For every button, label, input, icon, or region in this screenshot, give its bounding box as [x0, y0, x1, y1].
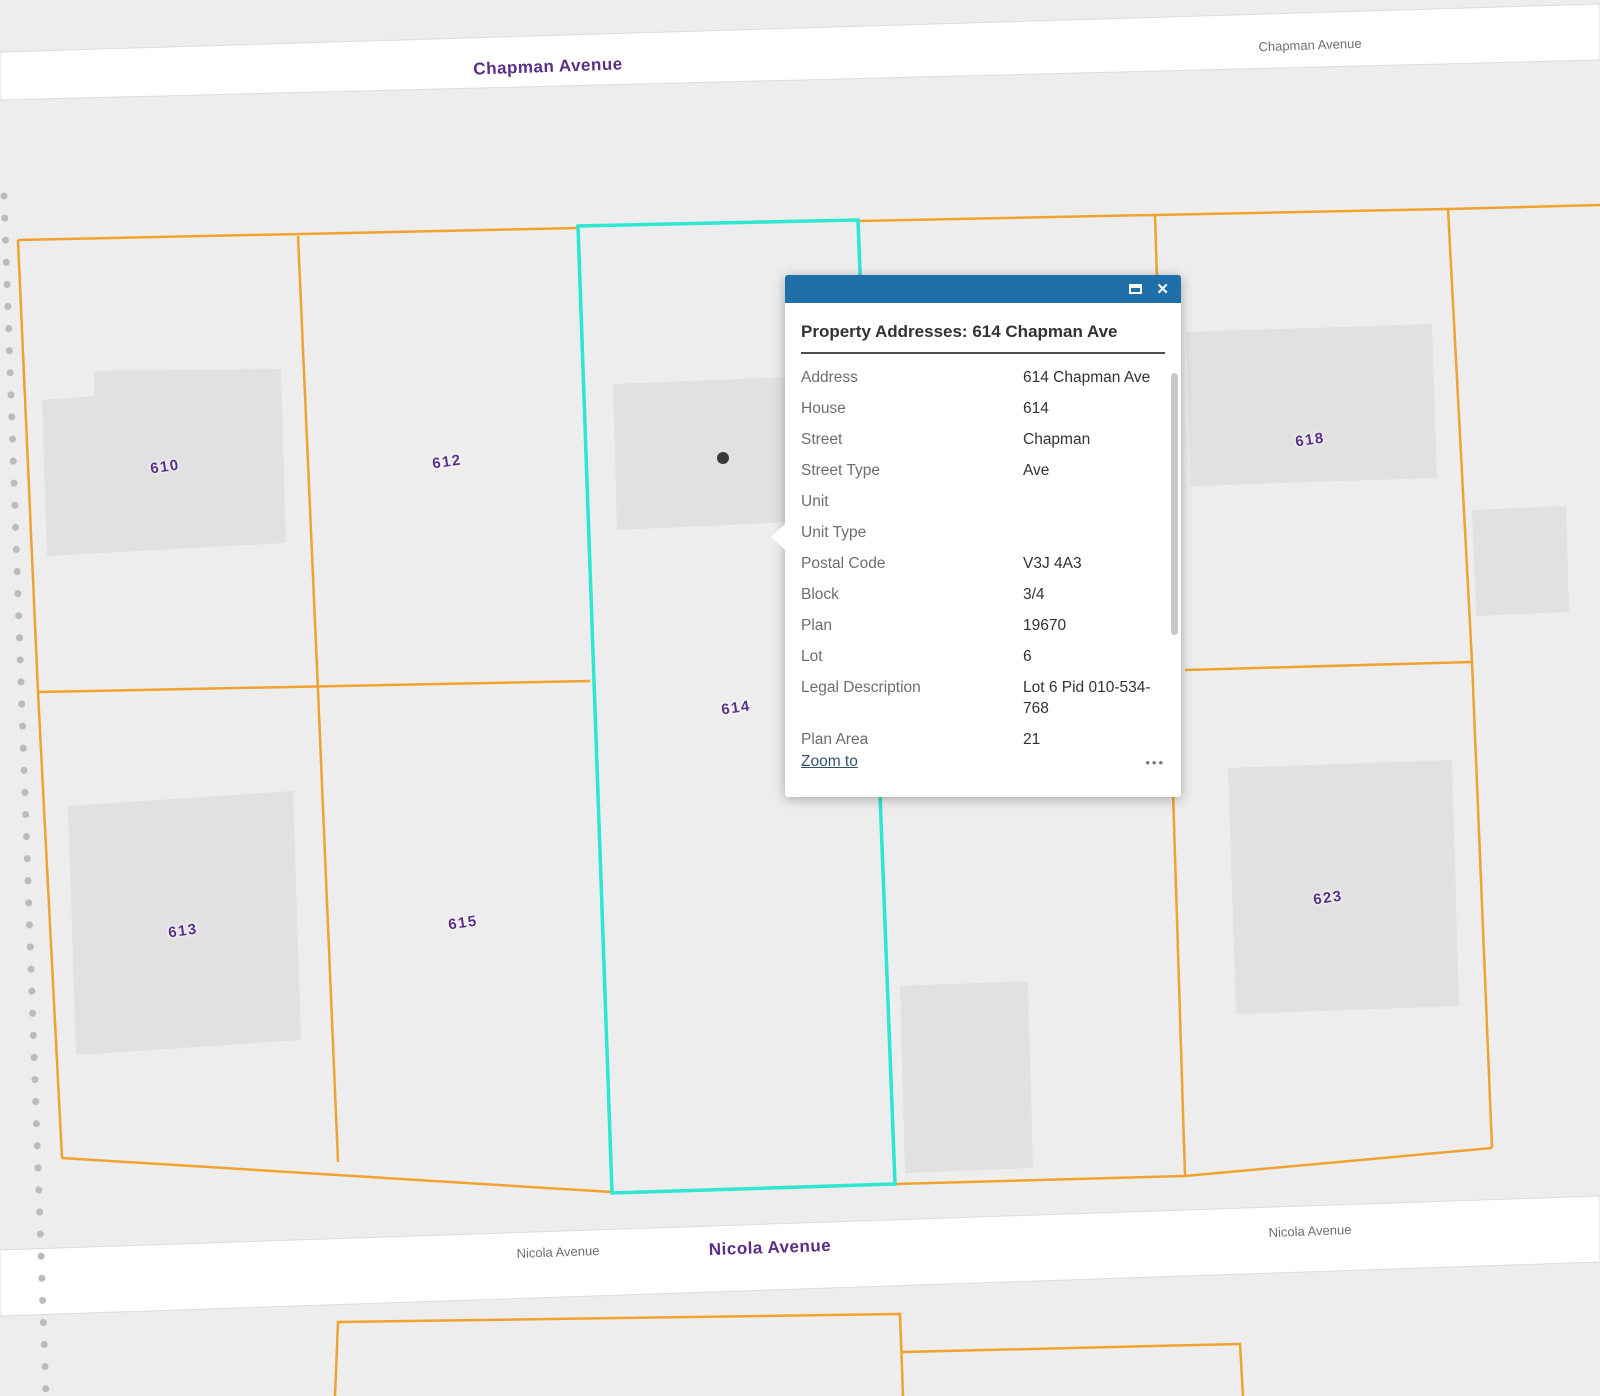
field-label: Plan	[801, 615, 1023, 636]
field-value: 614 Chapman Ave	[1023, 367, 1165, 388]
field-label: House	[801, 398, 1023, 419]
zoom-to-link[interactable]: Zoom to	[801, 753, 858, 771]
popup-scrollbar[interactable]	[1171, 373, 1178, 635]
field-value: 3/4	[1023, 584, 1165, 605]
popup-header: ✕	[785, 275, 1181, 303]
field-label: Legal Description	[801, 677, 1023, 719]
field-value: 614	[1023, 398, 1165, 419]
building-below-614	[900, 981, 1033, 1173]
property-popup: ✕ Property Addresses: 614 Chapman Ave Ad…	[785, 275, 1181, 797]
field-label: Postal Code	[801, 553, 1023, 574]
street-label-nicola-small-right: Nicola Avenue	[1268, 1222, 1351, 1240]
field-value: Ave	[1023, 460, 1165, 481]
field-label: Block	[801, 584, 1023, 605]
field-row-street-type: Street Type Ave	[801, 455, 1165, 486]
field-value	[1023, 491, 1165, 512]
field-value: Lot 6 Pid 010-534-768	[1023, 677, 1165, 719]
more-options-icon[interactable]: •••	[1145, 755, 1165, 770]
popup-divider	[801, 352, 1165, 354]
popup-footer: Zoom to •••	[801, 753, 1165, 771]
dock-icon[interactable]	[1129, 284, 1142, 294]
field-value: 6	[1023, 646, 1165, 667]
field-label: Plan Area	[801, 729, 1023, 750]
field-row-lot: Lot 6	[801, 641, 1165, 672]
street-band-chapman	[0, 4, 1600, 100]
field-value: 19670	[1023, 615, 1165, 636]
popup-pointer-tail	[771, 523, 786, 551]
field-label: Unit Type	[801, 522, 1023, 543]
field-row-plan-area: Plan Area 21	[801, 724, 1165, 755]
building-right-edge	[1472, 506, 1569, 616]
field-label: Street Type	[801, 460, 1023, 481]
field-row-house: House 614	[801, 393, 1165, 424]
close-icon[interactable]: ✕	[1156, 282, 1169, 297]
building-623	[1228, 760, 1459, 1014]
popup-title: Property Addresses: 614 Chapman Ave	[801, 321, 1165, 342]
popup-body: Property Addresses: 614 Chapman Ave Addr…	[785, 303, 1181, 781]
field-row-street: Street Chapman	[801, 424, 1165, 455]
field-value: 21	[1023, 729, 1165, 750]
field-row-legal-description: Legal Description Lot 6 Pid 010-534-768	[801, 672, 1165, 724]
street-label-nicola-main: Nicola Avenue	[708, 1236, 831, 1260]
field-row-block: Block 3/4	[801, 579, 1165, 610]
field-label: Lot	[801, 646, 1023, 667]
field-value	[1023, 522, 1165, 543]
field-row-unit: Unit	[801, 486, 1165, 517]
building-614	[613, 377, 794, 530]
building-618	[1186, 324, 1437, 486]
field-row-unit-type: Unit Type	[801, 517, 1165, 548]
field-value: V3J 4A3	[1023, 553, 1165, 574]
field-label: Street	[801, 429, 1023, 450]
field-value: Chapman	[1023, 429, 1165, 450]
field-row-address: Address 614 Chapman Ave	[801, 362, 1165, 393]
field-label: Address	[801, 367, 1023, 388]
selected-point-marker	[717, 452, 729, 464]
street-label-nicola-small-left: Nicola Avenue	[516, 1243, 599, 1261]
field-row-plan: Plan 19670	[801, 610, 1165, 641]
field-row-postal-code: Postal Code V3J 4A3	[801, 548, 1165, 579]
field-label: Unit	[801, 491, 1023, 512]
popup-field-list: Address 614 Chapman Ave House 614 Street…	[801, 362, 1165, 755]
